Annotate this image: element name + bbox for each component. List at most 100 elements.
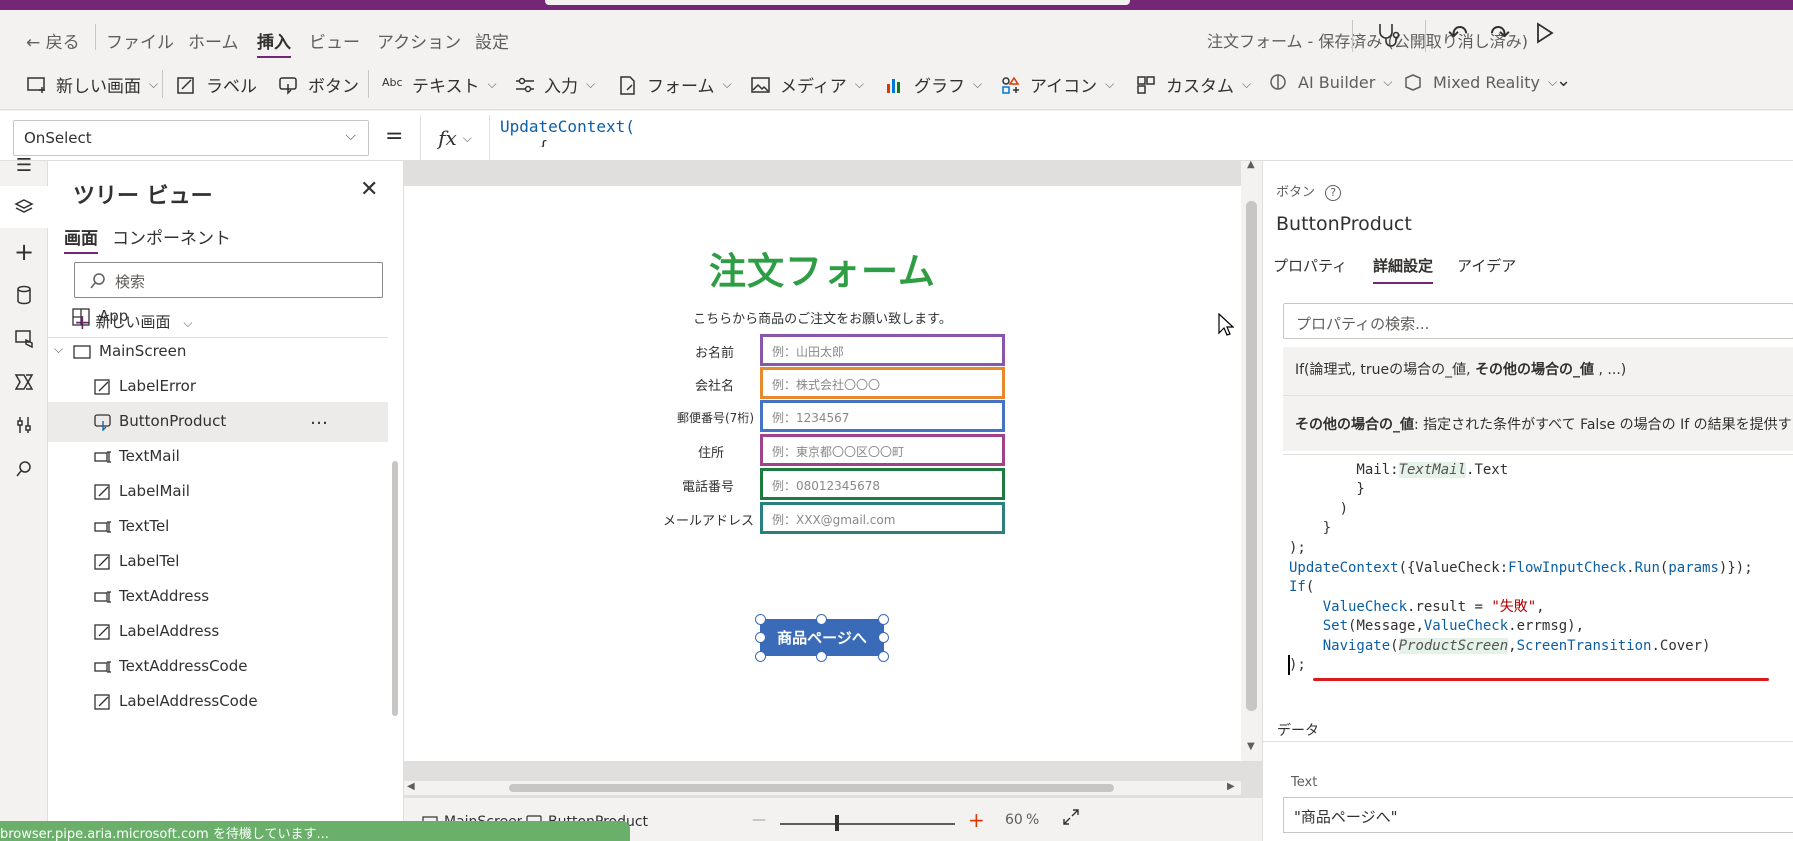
canvas-vertical-scrollbar[interactable]: ▲ ▼	[1241, 159, 1262, 761]
resize-handle[interactable]	[878, 651, 889, 662]
tab-advanced[interactable]: 詳細設定	[1373, 255, 1434, 284]
property-dropdown[interactable]: OnSelect ⌵	[13, 120, 369, 156]
advanced-tools-icon[interactable]	[10, 411, 38, 439]
tree-scrollbar[interactable]	[392, 461, 398, 716]
screen-icon	[73, 345, 91, 359]
scroll-down-icon[interactable]: ▼	[1247, 741, 1255, 752]
email-label: メールアドレス	[662, 514, 754, 529]
control-name: ButtonProduct	[1276, 213, 1412, 235]
resize-handle[interactable]	[755, 632, 766, 643]
code-editor[interactable]: Mail:TextMail.Text } ) } ); UpdateContex…	[1283, 454, 1793, 686]
formula-editor[interactable]: UpdateContext( {	[500, 117, 635, 147]
resize-handle[interactable]	[878, 614, 889, 625]
tree-item-labelerror[interactable]: LabelError	[48, 367, 388, 407]
tree-item-textaddresscode[interactable]: TextAddressCode	[48, 647, 388, 687]
hamburger-menu-icon[interactable]: ☰	[10, 151, 38, 179]
tab-ideas[interactable]: アイデア	[1457, 255, 1516, 276]
mixed-reality-button[interactable]: Mixed Reality ⌵	[1403, 72, 1557, 92]
tree-item-labelmail[interactable]: LabelMail	[48, 472, 388, 512]
menu-action[interactable]: アクション	[377, 28, 461, 53]
input-button[interactable]: 入力 ⌵	[514, 72, 595, 97]
tree-view-layers-icon[interactable]	[0, 186, 48, 228]
tree-item-labeladdresscode[interactable]: LabelAddressCode	[48, 682, 388, 722]
resize-handle[interactable]	[816, 651, 827, 662]
power-automate-icon[interactable]	[10, 368, 38, 396]
address-input[interactable]: 例：東京都〇〇区〇〇町	[760, 434, 1005, 466]
tree-item-labeltel[interactable]: LabelTel	[48, 542, 388, 582]
menu-view[interactable]: ビュー	[309, 28, 360, 53]
more-options-icon[interactable]: …	[310, 408, 329, 429]
tree-item-labeladdress[interactable]: LabelAddress	[48, 612, 388, 652]
divider	[95, 24, 96, 50]
zoom-value: 60	[1005, 812, 1023, 828]
phone-input[interactable]: 例：08012345678	[760, 468, 1005, 500]
search-icon[interactable]	[10, 455, 38, 483]
chevron-down-icon: ⌵	[973, 77, 983, 91]
ribbon-overflow-icon[interactable]: ⌄	[1556, 70, 1571, 91]
resize-handle[interactable]	[755, 651, 766, 662]
undo-icon[interactable]: ↶	[1448, 20, 1468, 48]
postal-code-label: 郵便番号(7桁)	[677, 411, 754, 425]
tab-components[interactable]: コンポーネント	[112, 224, 231, 249]
scroll-thumb[interactable]	[509, 784, 1114, 792]
app-icon	[72, 308, 90, 326]
zoom-slider-thumb[interactable]	[835, 815, 839, 831]
textinput-icon	[94, 591, 111, 603]
new-screen-button[interactable]: 新しい画面 ⌵	[26, 72, 158, 97]
fx-button[interactable]: fx ⌵	[420, 115, 490, 161]
property-search-input[interactable]: プロパティの検索...	[1283, 303, 1793, 339]
close-icon[interactable]: ✕	[360, 177, 378, 202]
name-input[interactable]: 例：山田太郎	[760, 334, 1005, 366]
tree-item-textaddress[interactable]: TextAddress	[48, 577, 388, 617]
form-button[interactable]: フォーム ⌵	[617, 72, 732, 97]
play-icon[interactable]	[1535, 22, 1555, 48]
email-input[interactable]: 例：XXX@gmail.com	[760, 502, 1005, 534]
scroll-up-icon[interactable]: ▲	[1247, 159, 1255, 170]
app-canvas[interactable]: 注文フォーム こちらから商品のご注文をお願い致します。 お名前 例：山田太郎 会…	[404, 186, 1241, 761]
text-property-input[interactable]: "商品ページへ"	[1283, 797, 1793, 833]
menu-insert[interactable]: 挿入	[257, 28, 291, 59]
label-button[interactable]: ラベル	[176, 72, 257, 97]
custom-button[interactable]: カスタム ⌵	[1136, 72, 1251, 97]
label-icon	[176, 75, 198, 95]
tree-item-buttonproduct[interactable]: ButtonProduct …	[48, 402, 388, 442]
scroll-thumb[interactable]	[1246, 201, 1257, 711]
zoom-out-button[interactable]: —	[752, 812, 766, 828]
tree-item-textmail[interactable]: TextMail	[48, 437, 388, 477]
tree-item-app[interactable]: App	[48, 297, 388, 337]
app-checker-icon[interactable]	[1374, 20, 1402, 48]
ai-builder-button[interactable]: AI Builder ⌵	[1268, 72, 1392, 92]
resize-handle[interactable]	[878, 632, 889, 643]
scroll-left-icon[interactable]: ◀	[407, 781, 415, 792]
tab-properties[interactable]: プロパティ	[1273, 255, 1347, 276]
back-button[interactable]: ← 戻る	[26, 28, 80, 53]
text-button[interactable]: Abc テキスト ⌵	[382, 72, 497, 98]
canvas-horizontal-scrollbar[interactable]: ◀ ▶	[404, 781, 1241, 795]
tree-item-texttel[interactable]: TextTel	[48, 507, 388, 547]
help-icon[interactable]: ?	[1325, 185, 1342, 201]
tree-item-mainscreen[interactable]: ⌵ MainScreen	[48, 332, 388, 372]
redo-icon[interactable]: ↷	[1490, 20, 1510, 48]
icon-button[interactable]: アイコン ⌵	[1000, 72, 1114, 97]
media-icon[interactable]	[10, 324, 38, 352]
menu-home[interactable]: ホーム	[188, 28, 239, 53]
media-button[interactable]: メディア ⌵	[750, 72, 864, 97]
resize-handle[interactable]	[755, 614, 766, 625]
tree-search-input[interactable]: 検索	[74, 262, 383, 298]
scroll-right-icon[interactable]: ▶	[1227, 781, 1235, 792]
company-input[interactable]: 例：株式会社〇〇〇	[760, 367, 1005, 399]
button-icon	[278, 75, 300, 95]
chart-button[interactable]: グラフ ⌵	[884, 72, 982, 97]
tab-screens[interactable]: 画面	[64, 224, 98, 254]
data-cylinder-icon[interactable]	[10, 281, 38, 309]
insert-plus-icon[interactable]: +	[10, 238, 38, 266]
resize-handle[interactable]	[816, 614, 827, 625]
zoom-slider[interactable]	[780, 815, 955, 831]
browser-status-bar: browser.pipe.aria.microsoft.com を待機しています…	[0, 821, 630, 841]
menu-file[interactable]: ファイル	[106, 28, 174, 53]
fit-to-window-icon[interactable]	[1062, 808, 1080, 830]
postal-code-input[interactable]: 例：1234567	[760, 400, 1005, 432]
button-button[interactable]: ボタン	[278, 72, 359, 97]
zoom-in-button[interactable]: +	[968, 808, 985, 832]
menu-settings[interactable]: 設定	[475, 28, 509, 53]
